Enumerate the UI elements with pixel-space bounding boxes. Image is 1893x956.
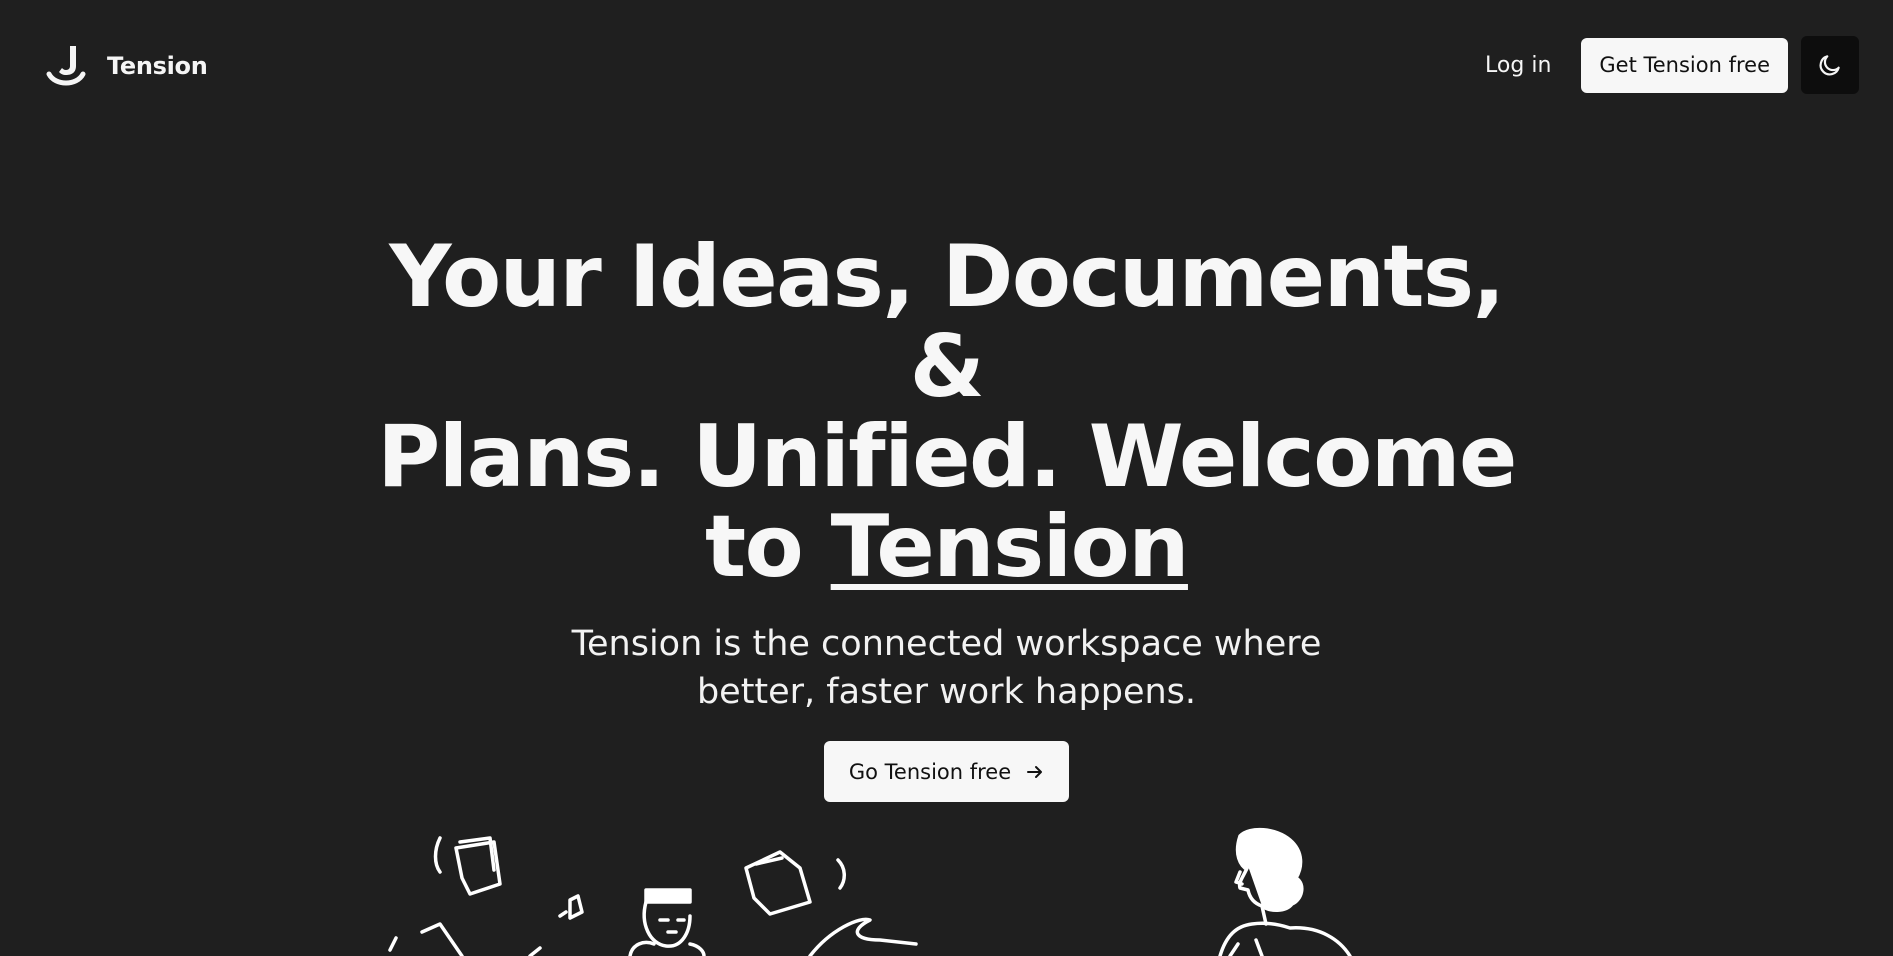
go-tension-free-button[interactable]: Go Tension free: [823, 741, 1070, 802]
get-tension-free-button[interactable]: Get Tension free: [1581, 37, 1788, 93]
people-illustration: [388, 827, 1352, 956]
arrow-right-icon: [1027, 765, 1043, 778]
hero-heading-line-3-prefix: to: [705, 497, 831, 597]
go-tension-free-label: Go Tension free: [848, 759, 1012, 784]
nav-actions: Log in Get Tension free: [1485, 36, 1859, 94]
navbar: Tension Log in Get Tension free: [0, 0, 1893, 130]
hero-section: Your Ideas, Documents, & Plans. Unified.…: [0, 232, 1893, 802]
hero-heading-line-2: Plans. Unified. Welcome: [377, 407, 1517, 507]
woman-illustration: [1218, 827, 1352, 956]
hero-subtitle: Tension is the connected workspace where…: [557, 620, 1337, 716]
hero-subtitle-line-2: better, faster work happens.: [696, 672, 1197, 712]
hero-heading-brand: Tension: [830, 497, 1190, 597]
hero-heading-line-1: Your Ideas, Documents, &: [389, 227, 1505, 417]
hero-subtitle-line-1: Tension is the connected workspace where: [571, 624, 1322, 664]
login-link[interactable]: Log in: [1485, 53, 1551, 78]
hero-heading: Your Ideas, Documents, & Plans. Unified.…: [347, 232, 1547, 592]
moon-icon: [1819, 55, 1840, 76]
hero-illustrations: [0, 820, 1893, 956]
flying-papers-illustration: [388, 836, 918, 956]
theme-toggle-button[interactable]: [1801, 36, 1859, 94]
logo-icon: [46, 46, 86, 86]
brand-logo-link[interactable]: Tension: [46, 44, 208, 88]
brand-name: Tension: [107, 52, 208, 80]
